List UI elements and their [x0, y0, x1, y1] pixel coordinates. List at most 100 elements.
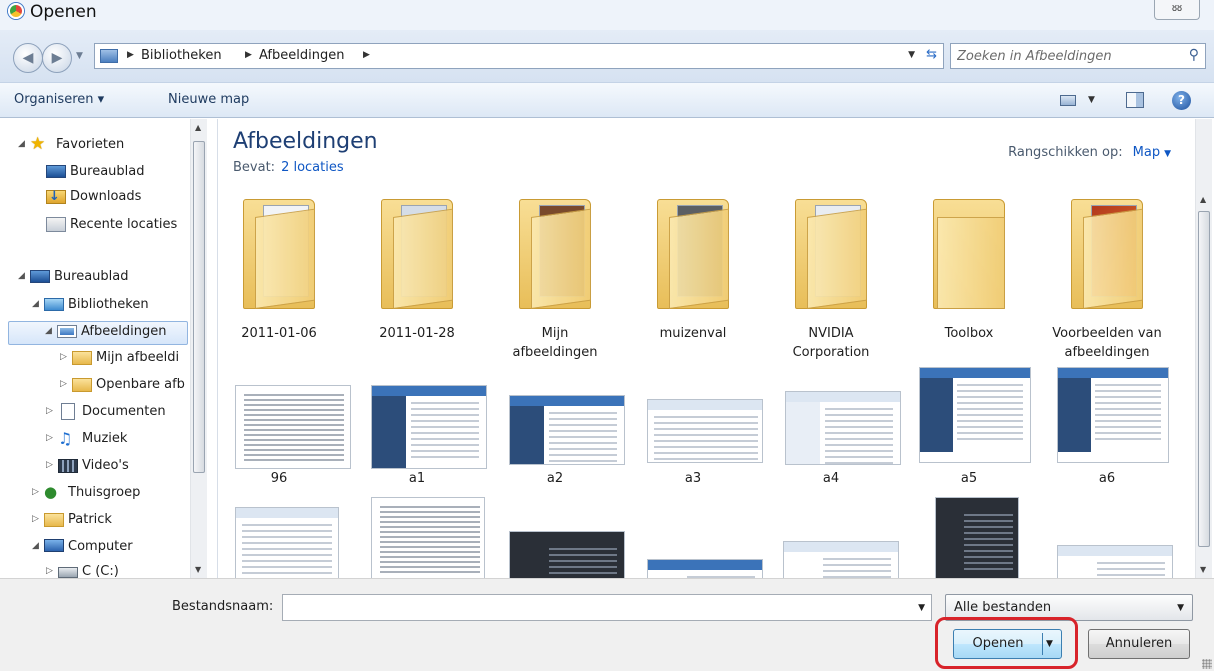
collapsed-arrow-icon[interactable]: ▷: [32, 487, 42, 497]
folder-tile[interactable]: 2011-01-06: [219, 199, 339, 369]
nav-item-desktop-fav[interactable]: Bureaublad: [34, 162, 184, 184]
folder-tile[interactable]: NVIDIA Corporation: [771, 199, 891, 369]
scroll-up-icon[interactable]: ▲: [1200, 195, 1206, 204]
filename-combobox[interactable]: ▼: [282, 594, 932, 621]
image-thumbnail[interactable]: [371, 497, 485, 578]
filename-input[interactable]: [287, 598, 897, 617]
locations-link[interactable]: 2 locaties: [281, 160, 344, 175]
open-button[interactable]: Openen ▼: [953, 629, 1062, 659]
chevron-right-icon[interactable]: ▶: [363, 50, 370, 60]
view-options-icon[interactable]: [1060, 95, 1076, 106]
expanded-arrow-icon[interactable]: ◢: [45, 326, 55, 336]
address-dropdown-icon[interactable]: ▼: [908, 50, 915, 60]
image-thumbnail[interactable]: [935, 497, 1019, 578]
nav-item-documents[interactable]: ▷ Documenten: [46, 402, 188, 424]
scroll-up-icon[interactable]: ▲: [195, 123, 201, 132]
preview-pane-icon[interactable]: [1126, 92, 1144, 108]
image-thumbnail[interactable]: [647, 559, 763, 578]
nav-item-videos[interactable]: ▷ Video's: [46, 456, 188, 478]
nav-item-favorites[interactable]: ◢ ★ Favorieten: [18, 135, 188, 157]
scrollbar-thumb[interactable]: [193, 141, 205, 473]
nav-item-user[interactable]: ▷ Patrick: [32, 510, 188, 532]
folder-tile[interactable]: Voorbeelden van afbeeldingen: [1047, 199, 1167, 369]
search-box[interactable]: ⚲: [950, 43, 1206, 69]
scrollbar-thumb[interactable]: [1198, 211, 1210, 547]
organize-button[interactable]: Organiseren ▾: [14, 92, 104, 107]
file-list-scrollbar[interactable]: ▲ ▼: [1195, 119, 1212, 578]
nav-item-public-pictures[interactable]: ▷ Openbare afb: [60, 375, 188, 397]
search-icon[interactable]: ⚲: [1189, 47, 1199, 63]
collapsed-arrow-icon[interactable]: ▷: [60, 379, 70, 389]
image-file-tile[interactable]: a3: [633, 381, 763, 491]
nav-item-music[interactable]: ▷ ♫ Muziek: [46, 429, 188, 451]
arrange-dropdown-icon[interactable]: ▼: [1164, 149, 1171, 159]
image-file-tile[interactable]: a6: [1047, 367, 1169, 491]
folder-tile[interactable]: Mijn afbeeldingen: [495, 199, 615, 369]
arrange-value-link[interactable]: Map: [1133, 145, 1160, 160]
expanded-arrow-icon[interactable]: ◢: [18, 139, 28, 149]
image-thumbnail[interactable]: [509, 531, 625, 578]
collapsed-arrow-icon[interactable]: ▷: [46, 566, 56, 576]
new-folder-button[interactable]: Nieuwe map: [168, 92, 249, 107]
pictures-library-icon: [57, 325, 77, 338]
collapsed-arrow-icon[interactable]: ▷: [46, 460, 56, 470]
nav-item-recent[interactable]: Recente locaties: [34, 215, 184, 237]
breadcrumb-afbeeldingen[interactable]: Afbeeldingen: [259, 48, 344, 63]
image-thumbnail[interactable]: [235, 507, 339, 578]
image-file-tile[interactable]: a5: [909, 367, 1031, 491]
filename-dropdown-icon[interactable]: ▼: [918, 603, 925, 613]
nav-item-libraries[interactable]: ◢ Bibliotheken: [32, 295, 188, 317]
video-icon: [58, 459, 78, 473]
folder-name: muizenval: [659, 326, 727, 341]
search-input[interactable]: [957, 47, 1177, 65]
expanded-arrow-icon[interactable]: ◢: [32, 541, 42, 551]
file-type-dropdown-icon[interactable]: ▼: [1177, 603, 1184, 613]
chevron-right-icon[interactable]: ▶: [245, 50, 252, 60]
image-file-tile[interactable]: 96: [219, 381, 351, 491]
forward-button[interactable]: ▶: [42, 43, 72, 73]
resize-grip[interactable]: [1202, 659, 1212, 669]
image-file-tile[interactable]: a1: [357, 381, 487, 491]
nav-item-my-pictures[interactable]: ▷ Mijn afbeeldi: [60, 348, 188, 370]
nav-item-pictures[interactable]: ◢ Afbeeldingen: [8, 321, 188, 345]
expanded-arrow-icon[interactable]: ◢: [32, 299, 42, 309]
expanded-arrow-icon[interactable]: ◢: [18, 271, 28, 281]
arrow-left-icon: ◀: [22, 50, 34, 66]
nav-item-homegroup[interactable]: ▷ ● Thuisgroep: [32, 483, 188, 505]
collapsed-arrow-icon[interactable]: ▷: [46, 406, 56, 416]
folder-icon: [381, 199, 453, 309]
folder-tile[interactable]: Toolbox: [909, 199, 1029, 369]
image-file-tile[interactable]: a4: [771, 381, 901, 491]
scroll-down-icon[interactable]: ▼: [195, 565, 201, 574]
navigation-scrollbar[interactable]: ▲ ▼: [190, 119, 207, 578]
folder-name-line1: NVIDIA: [808, 326, 854, 341]
nav-item-computer[interactable]: ◢ Computer: [32, 537, 188, 559]
breadcrumb-bibliotheken[interactable]: Bibliotheken: [141, 48, 222, 63]
image-thumbnail[interactable]: [1057, 545, 1173, 578]
collapsed-arrow-icon[interactable]: ▷: [32, 514, 42, 524]
open-options-dropdown-icon[interactable]: ▼: [1046, 630, 1053, 658]
chevron-right-icon[interactable]: ▶: [127, 50, 134, 60]
cancel-button[interactable]: Annuleren: [1088, 629, 1190, 659]
collapsed-arrow-icon[interactable]: ▷: [46, 433, 56, 443]
nav-item-downloads[interactable]: Downloads: [34, 187, 184, 209]
help-icon[interactable]: ?: [1172, 91, 1191, 110]
image-thumbnail[interactable]: [783, 541, 899, 578]
recent-pages-dropdown[interactable]: ▼: [76, 51, 83, 61]
view-dropdown-icon[interactable]: ▼: [1088, 95, 1095, 105]
scroll-down-icon[interactable]: ▼: [1200, 565, 1206, 574]
image-thumbnail: [647, 399, 763, 463]
refresh-icon[interactable]: ⇆: [926, 47, 937, 62]
nav-item-desktop[interactable]: ◢ Bureaublad: [18, 267, 188, 289]
nav-item-drive-c[interactable]: ▷ C (C:): [46, 562, 188, 578]
address-field[interactable]: ▶ Bibliotheken ▶ Afbeeldingen ▶ ▼ ⇆: [94, 43, 944, 69]
close-button[interactable]: ᴕᴕ: [1154, 0, 1200, 20]
folder-tile[interactable]: muizenval: [633, 199, 753, 369]
collapsed-arrow-icon[interactable]: ▷: [60, 352, 70, 362]
folder-tile[interactable]: 2011-01-28: [357, 199, 477, 369]
star-icon: ★: [30, 134, 46, 154]
image-file-tile[interactable]: a2: [495, 381, 625, 491]
folder-icon: [72, 351, 92, 365]
back-button[interactable]: ◀: [13, 43, 43, 73]
open-button-label: Openen: [972, 636, 1024, 651]
